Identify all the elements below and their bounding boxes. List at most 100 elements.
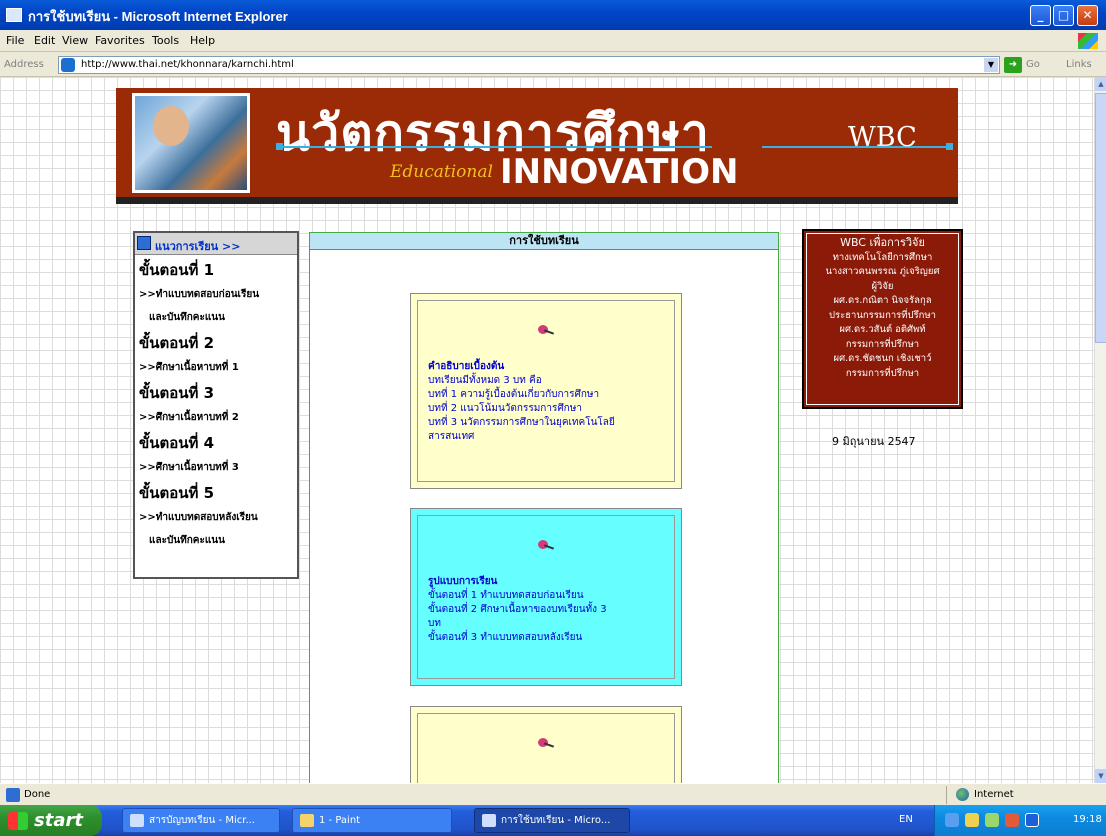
address-url[interactable]: http://www.thai.net/khonnara/karnchi.htm… bbox=[81, 59, 294, 70]
card-line: บท bbox=[428, 618, 441, 629]
menu-edit[interactable]: Edit bbox=[34, 34, 55, 47]
task-label: 1 - Paint bbox=[319, 815, 361, 826]
card-learning-format: รูปแบบการเรียน ขั้นตอนที่ 1 ทำแบบทดสอบก่… bbox=[410, 508, 682, 686]
info-line: ทางเทคโนโลยีการศึกษา bbox=[832, 251, 933, 263]
start-button[interactable]: start bbox=[0, 805, 102, 836]
maximize-button[interactable]: □ bbox=[1053, 5, 1074, 26]
system-tray: EN 19:18 bbox=[899, 805, 1106, 836]
nav-link-chapter-3[interactable]: >>ศึกษาเนื้อหาบทที่ 3 bbox=[135, 455, 297, 478]
card-line: บทที่ 2 แนวโน้มนวัตกรรมการศึกษา bbox=[428, 403, 582, 414]
page-viewport: นวัตกรรมการศึกษา Educational INNOVATION … bbox=[0, 77, 1094, 783]
center-column: การใช้บทเรียน คำอธิบายเบื้องต้น บทเรียนม… bbox=[309, 232, 779, 783]
windows-logo-icon bbox=[1078, 33, 1098, 49]
banner-wbc: WBC bbox=[848, 122, 917, 153]
banner-line bbox=[280, 146, 712, 148]
taskbar: start สารบัญบทเรียน - Micr... 1 - Paint … bbox=[0, 805, 1106, 836]
start-label: start bbox=[34, 810, 83, 831]
menu-file[interactable]: File bbox=[6, 34, 24, 47]
status-separator bbox=[946, 786, 947, 804]
tray-app-icon[interactable] bbox=[965, 813, 979, 827]
info-line: กรรมการที่ปรึกษา bbox=[845, 338, 920, 350]
date-text: 9 มิถุนายน 2547 bbox=[832, 435, 916, 448]
nav-step-5: ขั้นตอนที่ 5 bbox=[139, 484, 215, 502]
nav-link-chapter-2[interactable]: >>ศึกษาเนื้อหาบทที่ 2 bbox=[135, 405, 297, 428]
banner-innovation: INNOVATION bbox=[500, 152, 739, 192]
ie-icon bbox=[130, 814, 144, 827]
banner-line-end bbox=[276, 143, 283, 150]
page-icon bbox=[61, 58, 75, 72]
banner: นวัตกรรมการศึกษา Educational INNOVATION … bbox=[116, 88, 958, 204]
zone-text: Internet bbox=[974, 789, 1014, 800]
go-arrow-icon[interactable]: ➜ bbox=[1004, 57, 1022, 73]
card-description: คำอธิบายเบื้องต้น บทเรียนมีทั้งหมด 3 บท … bbox=[410, 293, 682, 489]
nav-link-posttest-record[interactable]: และบันทึกคะแนน bbox=[135, 528, 297, 551]
center-title: การใช้บทเรียน bbox=[310, 233, 778, 250]
card-line: ขั้นตอนที่ 1 ทำแบบทดสอบก่อนเรียน bbox=[428, 590, 584, 601]
info-line: กรรมการที่ปรึกษา bbox=[845, 367, 920, 379]
menu-help[interactable]: Help bbox=[190, 34, 215, 47]
close-button[interactable]: ✕ bbox=[1077, 5, 1098, 26]
banner-educational: Educational bbox=[390, 162, 493, 182]
taskbar-item-current[interactable]: การใช้บทเรียน - Micro... bbox=[474, 808, 630, 833]
network-icon[interactable] bbox=[945, 813, 959, 827]
status-page-icon bbox=[6, 788, 20, 802]
vertical-scrollbar[interactable]: ▲ ▼ bbox=[1094, 77, 1106, 783]
scroll-up-icon[interactable]: ▲ bbox=[1095, 77, 1106, 91]
checkbox-tray-icon[interactable] bbox=[1025, 813, 1039, 827]
address-bar: Address http://www.thai.net/khonnara/kar… bbox=[0, 53, 1106, 77]
info-box: WBC เพื่อการวิจัย ทางเทคโนโลยีการศึกษา น… bbox=[802, 229, 963, 409]
address-label: Address bbox=[4, 59, 44, 70]
card-line: สารสนเทศ bbox=[428, 431, 475, 442]
info-line: ผศ.ดร.วสันต์ อติศัพท์ bbox=[839, 324, 926, 335]
status-text: Done bbox=[24, 789, 51, 800]
card-line: ขั้นตอนที่ 2 ศึกษาเนื้อหาของบทเรียนทั้ง … bbox=[428, 604, 607, 615]
nav-step-4: ขั้นตอนที่ 4 bbox=[139, 434, 215, 452]
paint-icon bbox=[300, 814, 314, 827]
card-line: บทที่ 1 ความรู้เบื้องต้นเกี่ยวกับการศึกษ… bbox=[428, 389, 600, 400]
menu-tools[interactable]: Tools bbox=[152, 34, 179, 47]
nav-link-pretest-record[interactable]: และบันทึกคะแนน bbox=[135, 305, 297, 328]
windows-flag-icon bbox=[8, 812, 28, 830]
nav-link-chapter-1[interactable]: >>ศึกษาเนื้อหาบทที่ 1 bbox=[135, 355, 297, 378]
scroll-thumb[interactable] bbox=[1095, 93, 1106, 343]
menu-favorites[interactable]: Favorites bbox=[95, 34, 145, 47]
info-line: ผู้วิจัย bbox=[871, 280, 894, 292]
minimize-button[interactable]: _ bbox=[1030, 5, 1051, 26]
menu-bar: File Edit View Favorites Tools Help bbox=[0, 30, 1106, 52]
status-bar: Done Internet bbox=[0, 783, 1106, 805]
card-line: บทเรียนมีทั้งหมด 3 บท คือ bbox=[428, 375, 542, 386]
info-line: WBC เพื่อการวิจัย bbox=[840, 236, 925, 249]
taskbar-item-paint[interactable]: 1 - Paint bbox=[292, 808, 452, 833]
banner-line-end-right bbox=[946, 143, 953, 150]
ie-icon bbox=[482, 814, 496, 827]
ie-app-icon[interactable] bbox=[6, 8, 22, 22]
left-nav-header[interactable]: แนวการเรียน >> bbox=[135, 233, 297, 255]
scroll-down-icon[interactable]: ▼ bbox=[1095, 769, 1106, 783]
internet-zone-icon bbox=[956, 788, 969, 801]
address-dropdown-icon[interactable]: ▼ bbox=[984, 58, 998, 72]
menu-view[interactable]: View bbox=[62, 34, 88, 47]
nav-header-label[interactable]: แนวการเรียน >> bbox=[155, 237, 240, 255]
language-indicator[interactable]: EN bbox=[899, 814, 913, 825]
clock: 19:18 bbox=[1073, 814, 1102, 825]
go-button[interactable]: Go bbox=[1026, 59, 1040, 70]
window-title: การใช้บทเรียน - Microsoft Internet Explo… bbox=[28, 9, 288, 24]
address-input[interactable]: http://www.thai.net/khonnara/karnchi.htm… bbox=[58, 56, 1000, 74]
card-line: ขั้นตอนที่ 3 ทำแบบทดสอบหลังเรียน bbox=[428, 632, 583, 643]
card-third bbox=[410, 706, 682, 783]
nav-link-pretest[interactable]: >>ทำแบบทดสอบก่อนเรียน bbox=[135, 282, 297, 305]
ati-icon[interactable] bbox=[1005, 813, 1019, 827]
nav-step-3: ขั้นตอนที่ 3 bbox=[139, 384, 215, 402]
nav-link-posttest[interactable]: >>ทำแบบทดสอบหลังเรียน bbox=[135, 505, 297, 528]
card-line: บทที่ 3 นวัตกรรมการศึกษาในยุคเทคโนโลยี bbox=[428, 417, 615, 428]
nav-step-2: ขั้นตอนที่ 2 bbox=[139, 334, 215, 352]
task-label: การใช้บทเรียน - Micro... bbox=[501, 815, 611, 826]
task-label: สารบัญบทเรียน - Micr... bbox=[149, 815, 255, 826]
links-button[interactable]: Links bbox=[1066, 59, 1092, 70]
taskbar-item-contents[interactable]: สารบัญบทเรียน - Micr... bbox=[122, 808, 280, 833]
left-nav: แนวการเรียน >> ขั้นตอนที่ 1 >>ทำแบบทดสอบ… bbox=[133, 231, 299, 579]
pushpin-icon bbox=[538, 540, 555, 552]
info-line: นางสาวคนพรรณ ภู่เจริญยศ bbox=[825, 266, 940, 277]
antivirus-icon[interactable] bbox=[985, 813, 999, 827]
info-line: ผศ.ดร.ชัดชนก เชิงเชาว์ bbox=[833, 353, 932, 364]
